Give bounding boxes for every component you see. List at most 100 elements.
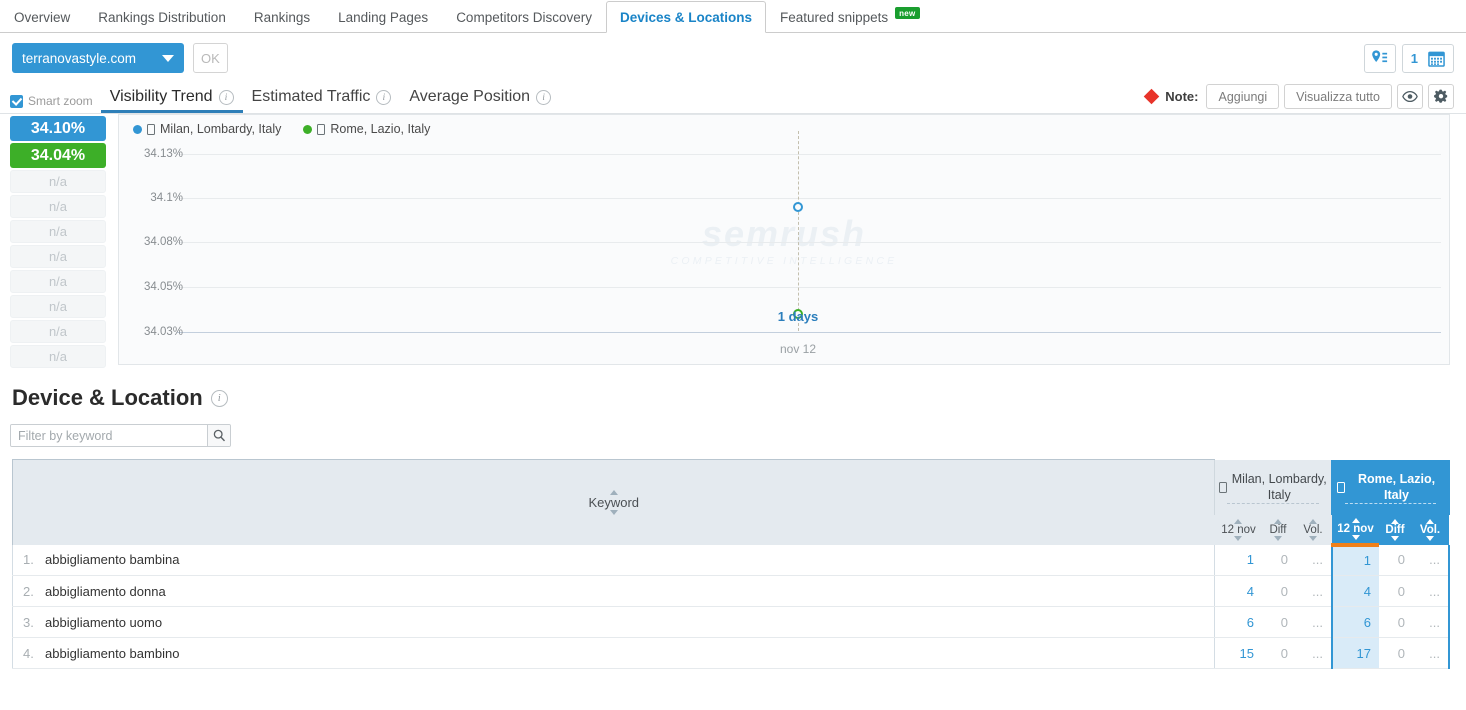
tab-featured-snippets[interactable]: Featured snippets new — [766, 1, 934, 33]
visibility-chart-section: 34.10% 34.04% n/a n/a n/a n/a n/a n/a n/a n/a M… — [0, 114, 1466, 369]
sort-desc-icon[interactable] — [1308, 535, 1317, 541]
page-title: Device & Location — [12, 385, 203, 410]
tab-landing-pages[interactable]: Landing Pages — [324, 1, 442, 33]
visibility-value-na: n/a — [10, 195, 106, 218]
visibility-value-milan: 34.10% — [10, 116, 106, 141]
subtab-average-position[interactable]: Average Position i — [400, 88, 560, 113]
visibility-value-na: n/a — [10, 170, 106, 193]
cell-milan-position: 15 — [1214, 637, 1262, 669]
sort-desc-icon[interactable] — [609, 509, 618, 515]
checkbox-checked-icon[interactable] — [10, 94, 23, 108]
legend-item-rome[interactable]: Rome, Lazio, Italy — [303, 122, 430, 136]
sort-desc-icon[interactable] — [1351, 534, 1360, 540]
toggle-visibility-button[interactable] — [1397, 84, 1423, 109]
date-range-button[interactable]: 1 — [1401, 43, 1454, 73]
legend-label: Milan, Lombardy, Italy — [160, 122, 282, 136]
mobile-device-icon — [1219, 481, 1228, 493]
subtab-visibility-trend[interactable]: Visibility Trend i — [100, 88, 243, 113]
col-milan-date[interactable]: 12 nov — [1214, 514, 1262, 545]
cell-milan-position: 1 — [1214, 544, 1262, 576]
table-row[interactable]: 4. abbigliamento bambino 15 0... 17 0... — [11, 637, 1450, 669]
tab-label: Rankings — [253, 10, 311, 25]
table-body: 1. abbigliamento bambina 1 0... 1 0... 2. abbig… — [11, 544, 1450, 669]
table-row[interactable]: 3. abbigliamento uomo 6 0... 6 0... — [11, 606, 1450, 638]
keyword-text: abbigliamento donna — [45, 583, 166, 599]
sort-desc-icon[interactable] — [1426, 535, 1434, 541]
cell-keyword[interactable]: 4. abbigliamento bambino — [11, 637, 1215, 669]
domain-selector[interactable]: terranovastyle.com — [12, 43, 184, 73]
table-row[interactable]: 1. abbigliamento bambina 1 0... 1 0... — [11, 544, 1450, 576]
tab-competitors-discovery[interactable]: Competitors Discovery — [442, 1, 606, 33]
chevron-down-icon — [162, 54, 174, 62]
col-milan-diff[interactable]: Diff — [1261, 514, 1294, 545]
keyword-text: abbigliamento uomo — [45, 614, 163, 630]
cell-keyword[interactable]: 3. abbigliamento uomo — [11, 606, 1215, 638]
table-row[interactable]: 2. abbigliamento donna 4 0... 4 0... — [11, 575, 1450, 607]
sort-desc-icon[interactable] — [1273, 535, 1282, 541]
subtab-estimated-traffic[interactable]: Estimated Traffic i — [243, 88, 401, 113]
info-icon[interactable]: i — [218, 89, 234, 105]
note-marker-icon — [1143, 88, 1160, 105]
cell-milan-position: 4 — [1214, 575, 1262, 607]
chart-data-point[interactable] — [793, 202, 803, 213]
tab-rankings[interactable]: Rankings — [240, 1, 324, 33]
device-location-table: Keyword Milan, Lombardy, Italy Rome, Laz… — [11, 459, 1450, 669]
sort-desc-icon[interactable] — [1391, 535, 1399, 541]
secondary-toolbar: Smart zoom Visibility Trend i Estimated … — [0, 83, 1466, 114]
smart-zoom-toggle[interactable]: Smart zoom — [10, 94, 93, 108]
mobile-device-icon — [317, 123, 326, 135]
visibility-na-list: n/a n/a n/a n/a n/a n/a n/a n/a — [10, 170, 106, 368]
chart-legend: Milan, Lombardy, Italy Rome, Lazio, Ital… — [133, 122, 430, 136]
row-index: 2. — [23, 583, 34, 599]
tab-label: Devices & Locations — [619, 9, 753, 25]
col-label: 12 nov — [1337, 522, 1374, 535]
visibility-value-na: n/a — [10, 220, 106, 243]
info-icon[interactable]: i — [376, 89, 392, 105]
view-all-notes-button[interactable]: Visualizza tutto — [1284, 84, 1392, 109]
col-rome-date[interactable]: 12 nov — [1332, 514, 1379, 547]
chart-gridline — [177, 198, 1441, 199]
cell-milan-diff: 0 — [1261, 606, 1294, 638]
row-index: 3. — [23, 614, 34, 630]
group-label: Rome, Lazio, Italy — [1357, 472, 1436, 502]
info-icon[interactable]: i — [536, 89, 552, 105]
ok-button[interactable]: OK — [193, 43, 228, 73]
tab-overview[interactable]: Overview — [0, 1, 84, 33]
cell-milan-position: 6 — [1214, 606, 1262, 638]
sort-desc-icon[interactable] — [1234, 535, 1243, 541]
filter-search-button[interactable] — [207, 425, 230, 446]
tab-rankings-distribution[interactable]: Rankings Distribution — [84, 1, 240, 33]
tab-devices-locations[interactable]: Devices & Locations — [605, 1, 767, 33]
visibility-chart[interactable]: Milan, Lombardy, Italy Rome, Lazio, Ital… — [118, 114, 1450, 365]
group-header-row: Keyword Milan, Lombardy, Italy Rome, Laz… — [11, 459, 1450, 545]
chart-range-annotation: 1 days — [777, 309, 819, 324]
col-rome-diff[interactable]: Diff — [1379, 514, 1411, 545]
cell-rome-diff: 0 — [1379, 544, 1411, 576]
col-label: Vol. — [1303, 523, 1323, 536]
visibility-value-na: n/a — [10, 345, 106, 368]
filter-row — [0, 411, 1466, 447]
domain-label: terranovastyle.com — [22, 50, 137, 66]
location-list-button[interactable] — [1363, 43, 1396, 73]
y-axis-tick-label: 34.1% — [150, 192, 183, 204]
cell-keyword[interactable]: 1. abbigliamento bambina — [11, 544, 1215, 576]
cell-milan-diff: 0 — [1261, 544, 1294, 576]
cell-rome-volume: ... — [1411, 606, 1450, 638]
primary-toolbar: terranovastyle.com OK 1 — [0, 33, 1466, 83]
group-header-milan[interactable]: Milan, Lombardy, Italy — [1214, 459, 1332, 515]
info-icon[interactable]: i — [210, 389, 228, 407]
group-header-rome[interactable]: Rome, Lazio, Italy — [1331, 459, 1450, 515]
cell-keyword[interactable]: 2. abbigliamento donna — [11, 575, 1215, 607]
cell-milan-volume: ... — [1293, 544, 1332, 576]
map-pin-list-icon — [1372, 49, 1388, 62]
visibility-value-na: n/a — [10, 295, 106, 318]
add-note-button[interactable]: Aggiungi — [1206, 84, 1280, 109]
col-milan-vol[interactable]: Vol. — [1293, 514, 1332, 545]
filter-keyword-input[interactable] — [11, 425, 207, 446]
legend-item-milan[interactable]: Milan, Lombardy, Italy — [133, 122, 281, 136]
keyword-column-header[interactable]: Keyword — [11, 459, 1215, 545]
col-rome-vol[interactable]: Vol. — [1411, 514, 1449, 545]
gear-icon — [1433, 89, 1447, 103]
chart-gridline — [177, 242, 1441, 243]
chart-settings-button[interactable] — [1428, 84, 1454, 109]
